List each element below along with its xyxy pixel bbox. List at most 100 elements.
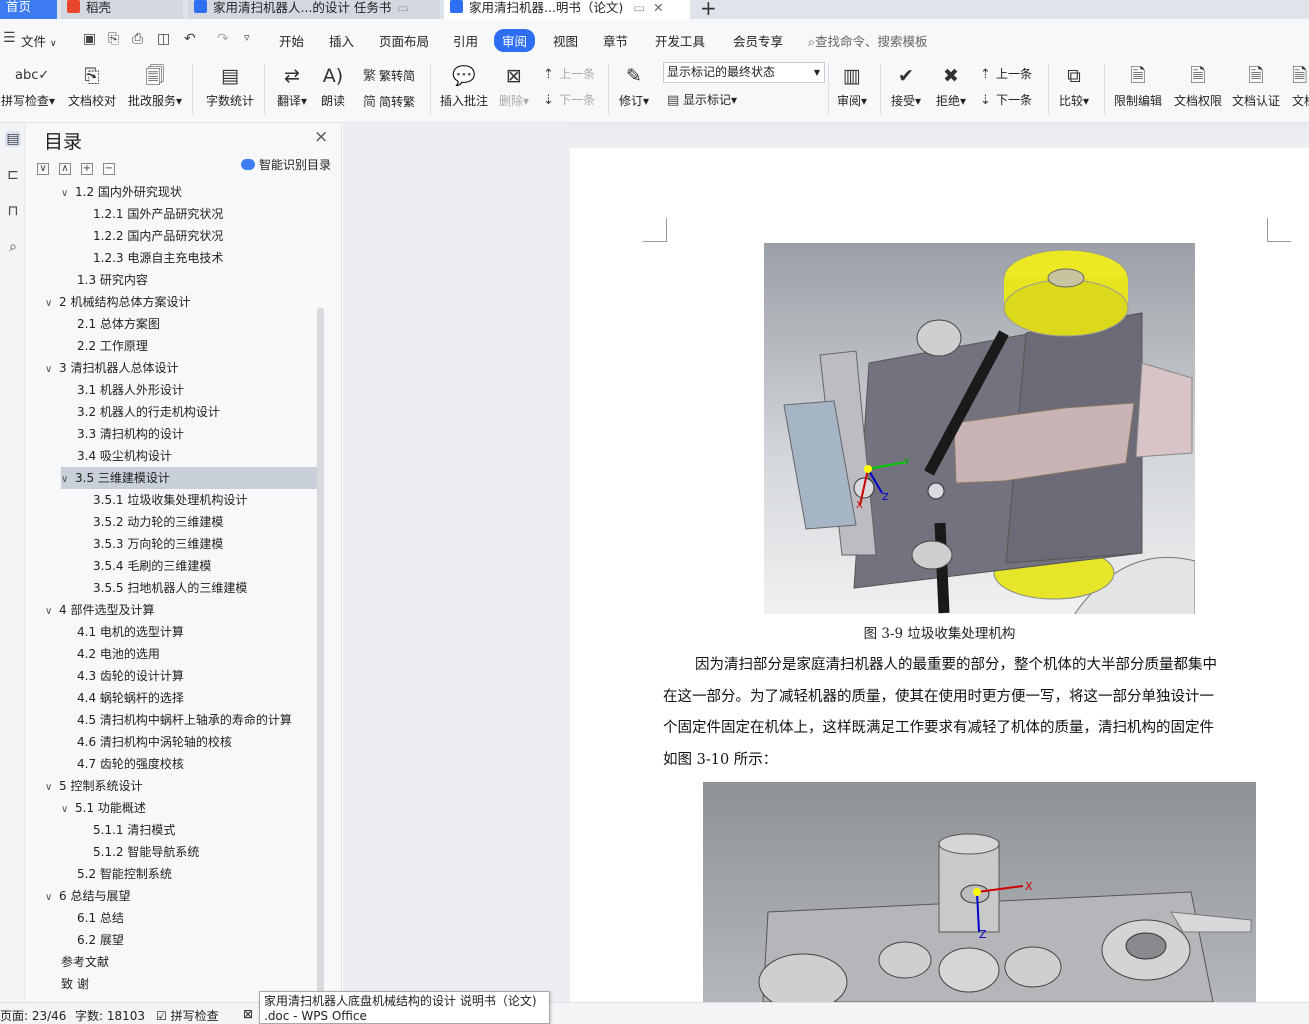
collapse-up-icon[interactable]: ∧ [59,163,71,175]
prev-change-button[interactable]: ⇡ 上一条 [980,65,1032,82]
menu-file[interactable]: 文件 ∨ [21,31,57,50]
toc-item[interactable]: 3.5.2 动力轮的三维建模 [77,511,317,533]
toc-item[interactable]: 4.6 清扫机构中涡轮轴的校核 [61,731,317,753]
toc-item[interactable]: 4.4 蜗轮蜗杆的选择 [61,687,317,709]
menu-view[interactable]: 视图 [553,31,578,50]
toc-item[interactable]: 1.2.3 电源自主充电技术 [77,247,317,269]
word-count-status[interactable]: 字数: 18103 [75,1007,145,1024]
new-tab-icon[interactable]: + [700,0,717,20]
search-icon[interactable]: ⌕ [5,239,21,255]
batch-service-button[interactable]: 🗐 批改服务▾ [126,57,184,109]
toc-scrollbar[interactable] [317,308,324,998]
menu-review[interactable]: 审阅 [494,29,536,52]
chevron-down-icon[interactable]: ∨ [61,799,75,821]
toc-item[interactable]: 6.1 总结 [61,907,317,929]
expand-down-icon[interactable]: ∨ [37,163,49,175]
chevron-down-icon[interactable]: ∨ [61,469,75,491]
restrict-edit-button[interactable]: 🗎 限制编辑 [1112,57,1164,109]
toc-item[interactable]: ∨ 4 部件选型及计算 [45,599,317,621]
toc-item[interactable]: 5.2 智能控制系统 [61,863,317,885]
command-search[interactable]: ⌕查找命令、搜索模板 [808,31,928,50]
spellcheck-status[interactable]: ☑ 拼写检查 [156,1007,219,1024]
tab-active-doc[interactable]: 家用清扫机器...明书（论文) ▭ ✕ [444,0,690,19]
next-comment-button[interactable]: ⇣ 下一条 [543,91,595,108]
toc-item[interactable]: ∨ 6 总结与展望 [45,885,317,907]
spellcheck-button[interactable]: abc✓ 拼写检查▾ [0,57,56,109]
toc-item[interactable]: 5.1.2 智能导航系统 [77,841,317,863]
toc-item[interactable]: 3.5.3 万向轮的三维建模 [77,533,317,555]
menu-member[interactable]: 会员专享 [733,31,783,50]
body-paragraph[interactable]: 因为清扫部分是家庭清扫机器人的最重要的部分，整个机体的大半部分质量都集中 在这一… [663,650,1271,776]
more-icon[interactable]: ▿ [244,31,250,44]
insert-comment-button[interactable]: 💬 插入批注 [438,57,490,109]
menu-insert[interactable]: 插入 [329,31,354,50]
toc-item[interactable]: 3.2 机器人的行走机构设计 [61,401,317,423]
toc-item[interactable]: ∨ 5.1 功能概述 [61,797,317,819]
doc-more-button[interactable]: 🗎 文档 [1292,57,1309,109]
preview-icon[interactable]: ◫ [157,31,170,47]
undo-icon[interactable]: ↶ [184,31,196,47]
expand-all-icon[interactable]: + [81,163,93,175]
chevron-down-icon[interactable]: ∨ [45,359,59,381]
to-simplified-button[interactable]: 简简转繁 [363,91,415,110]
toc-item[interactable]: 4.5 清扫机构中蜗杆上轴承的寿命的计算 [61,709,317,731]
chevron-down-icon[interactable]: ∨ [45,777,59,799]
close-icon[interactable]: × [314,127,328,147]
figure-3-10-image[interactable]: X Z [703,782,1256,1002]
bookmark-icon[interactable]: ⊓ [5,203,21,219]
doc-proof-button[interactable]: ⎘ 文档校对 [66,57,118,109]
toc-item[interactable]: 6.2 展望 [61,929,317,951]
prev-comment-button[interactable]: ⇡ 上一条 [543,65,595,82]
toc-item[interactable]: 3.1 机器人外形设计 [61,379,317,401]
toc-item[interactable]: ∨ 3.5 三维建模设计 [61,467,317,489]
track-changes-button[interactable]: ✎ 修订▾ [616,57,652,109]
tab-docer[interactable]: 稻壳 [61,0,183,19]
toc-item[interactable]: 3.4 吸尘机构设计 [61,445,317,467]
toc-item[interactable]: 5.1.1 清扫模式 [77,819,317,841]
toc-item[interactable]: ∨ 5 控制系统设计 [45,775,317,797]
page-indicator[interactable]: 页面: 23/46 [0,1007,66,1024]
menu-reference[interactable]: 引用 [453,31,478,50]
toc-item[interactable]: 2.2 工作原理 [61,335,317,357]
chevron-down-icon[interactable]: ∨ [45,601,59,623]
hamburger-icon[interactable]: ☰ [3,30,16,46]
chevron-down-icon[interactable]: ∨ [45,293,59,315]
compare-button[interactable]: ⧉ 比较▾ [1056,57,1092,109]
accept-button[interactable]: ✔ 接受▾ [888,57,924,109]
save-icon[interactable]: ▣ [83,31,96,47]
toc-item[interactable]: 4.1 电机的选型计算 [61,621,317,643]
menu-layout[interactable]: 页面布局 [379,31,429,50]
toc-item[interactable]: 1.3 研究内容 [61,269,317,291]
tab-pin-icon[interactable]: ▭ [397,0,409,15]
toc-item[interactable]: 4.2 电池的选用 [61,643,317,665]
collapse-all-icon[interactable]: − [103,163,115,175]
delete-comment-button[interactable]: ⊠ 删除▾ [497,57,531,109]
toc-item[interactable]: 1.2.1 国外产品研究状况 [77,203,317,225]
close-tab-icon[interactable]: ✕ [653,0,663,15]
toc-item[interactable]: 3.5.5 扫地机器人的三维建模 [77,577,317,599]
menu-start[interactable]: 开始 [279,31,304,50]
toc-item[interactable]: 2.1 总体方案图 [61,313,317,335]
read-aloud-button[interactable]: A) 朗读 [318,57,348,109]
tab-home[interactable]: 首页 [0,0,57,19]
toc-item[interactable]: 参考文献 [45,951,317,973]
close-box-icon[interactable]: ⊠ [243,1007,253,1021]
print-icon[interactable]: ⎙ [132,31,143,47]
toc-item[interactable]: 4.3 齿轮的设计计算 [61,665,317,687]
toc-item[interactable]: ∨ 1.2 国内外研究现状 [61,181,317,203]
translate-button[interactable]: ⇄ 翻译▾ [273,57,311,109]
to-traditional-button[interactable]: 繁繁转简 [363,65,415,84]
outline-icon[interactable]: ⊏ [5,167,21,183]
toc-panel-icon[interactable]: ▤ [5,131,21,147]
figure-3-9-image[interactable]: Y Z X [764,243,1196,616]
export-icon[interactable]: ⎘ [108,31,119,47]
toc-item[interactable]: ∨ 2 机械结构总体方案设计 [45,291,317,313]
review-pane-button[interactable]: ▥ 审阅▾ [834,57,870,109]
menu-section[interactable]: 章节 [603,31,628,50]
tab-task-doc[interactable]: 家用清扫机器人...的设计 任务书 ▭ [188,0,440,19]
doc-rights-button[interactable]: 🗎 文档权限 [1172,57,1224,109]
redo-icon[interactable]: ↷ [217,31,229,47]
toc-item[interactable]: 3.5.1 垃圾收集处理机构设计 [77,489,317,511]
tab-pin-icon[interactable]: ▭ [633,0,645,15]
chevron-down-icon[interactable]: ∨ [45,887,59,909]
